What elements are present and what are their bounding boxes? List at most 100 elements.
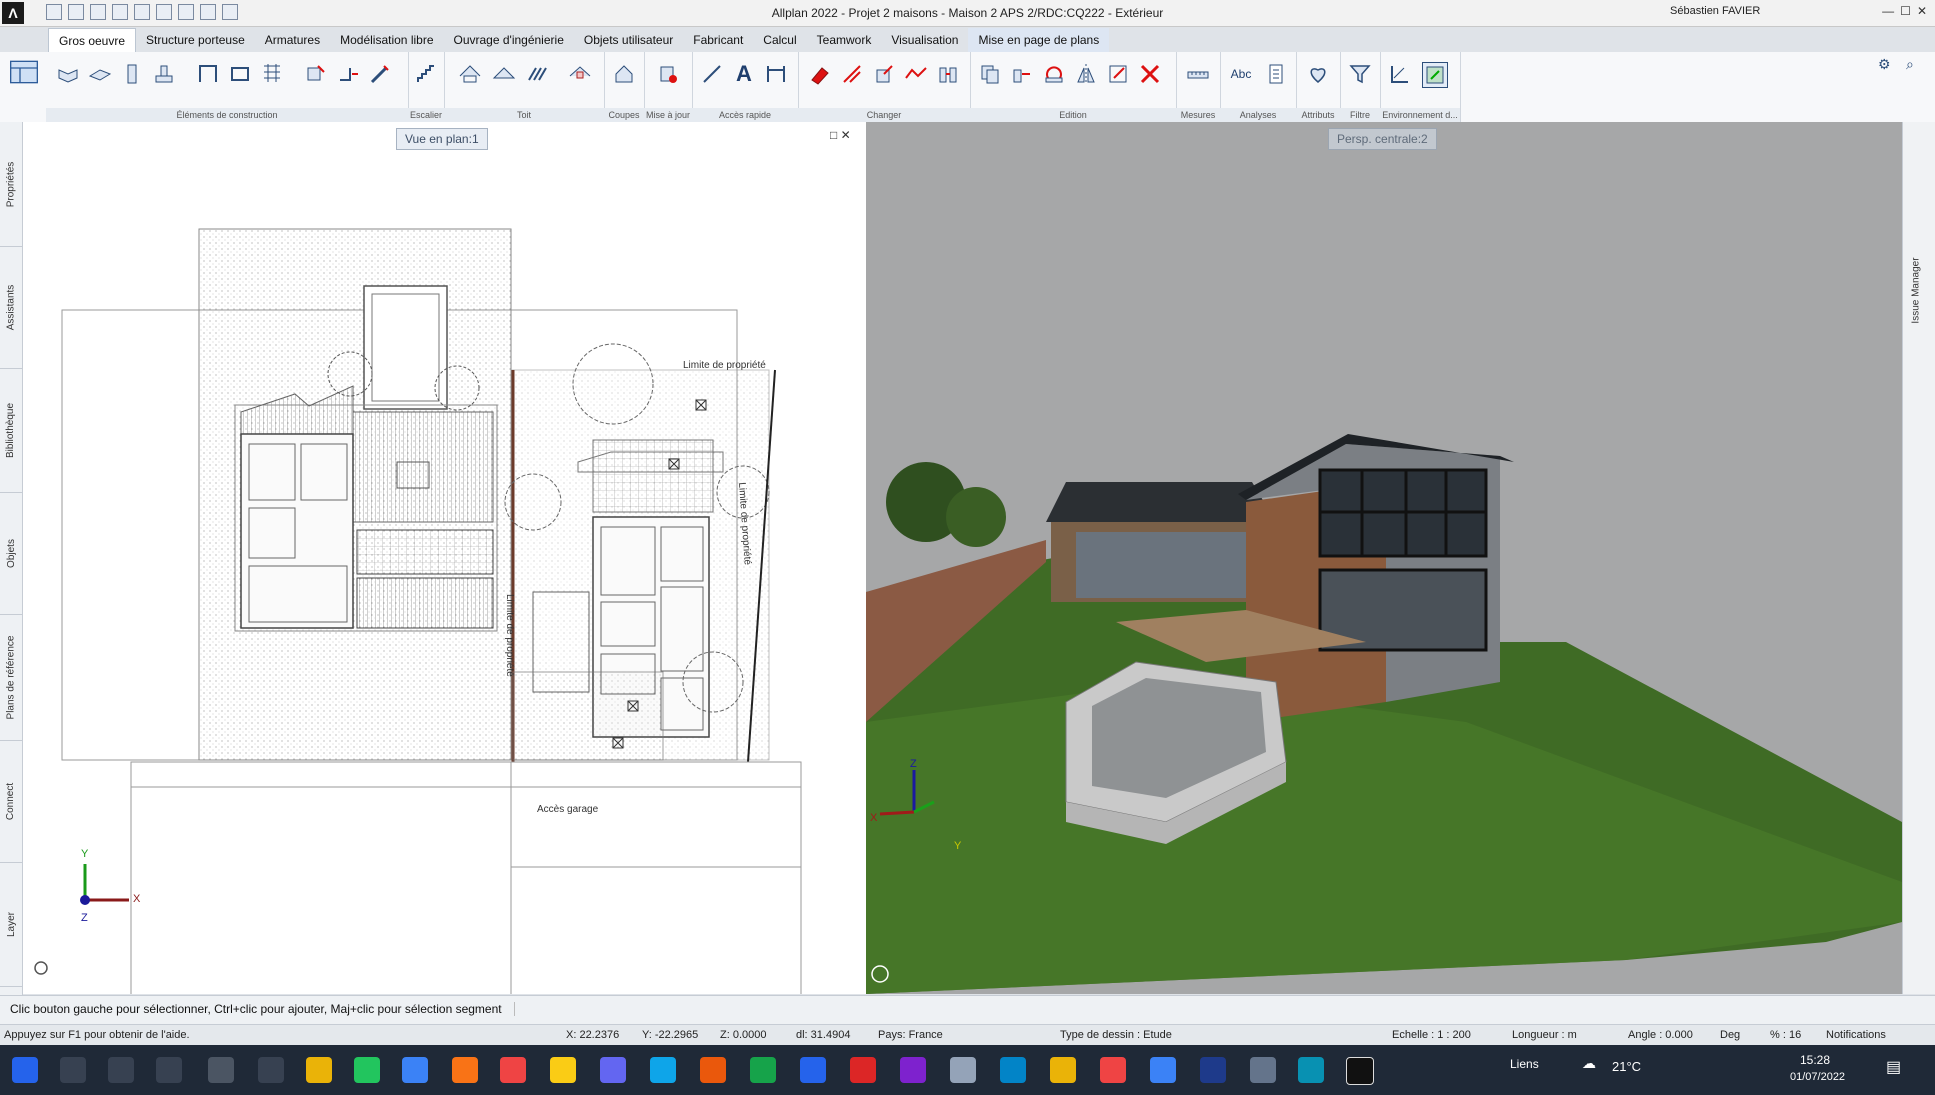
report-icon[interactable] <box>1264 62 1288 86</box>
section-icon[interactable] <box>612 62 636 86</box>
edge-icon[interactable] <box>1000 1057 1026 1083</box>
percent[interactable]: % : 16 <box>1770 1029 1801 1041</box>
app-s-yellow-icon[interactable] <box>1050 1057 1076 1083</box>
opening-icon[interactable] <box>196 62 220 86</box>
abc-spellcheck-icon[interactable]: Abc <box>1224 62 1258 86</box>
app-s-blue-icon[interactable] <box>1150 1057 1176 1083</box>
tab-ouvrage-ingenierie[interactable]: Ouvrage d'ingénierie <box>444 28 574 52</box>
view-navigation-icon[interactable] <box>1422 62 1448 88</box>
side-tab-layer[interactable]: Layer <box>0 862 22 987</box>
settings-gear-icon[interactable]: ⚙ <box>1878 56 1891 73</box>
wall-icon[interactable] <box>56 62 80 86</box>
window-opening-icon[interactable] <box>228 62 252 86</box>
excel-icon[interactable] <box>750 1057 776 1083</box>
angle-unit[interactable]: Deg <box>1720 1029 1740 1041</box>
plan-view-window-controls[interactable]: □ ✕ <box>830 128 851 142</box>
perspective-3d-viewport[interactable]: Z X Y <box>866 122 1902 994</box>
eraser-icon[interactable] <box>808 62 832 86</box>
workspace-icon[interactable] <box>8 56 40 88</box>
grid-icon[interactable] <box>260 62 284 86</box>
user-name[interactable]: Sébastien FAVIER <box>1670 5 1760 17</box>
tab-fabricant[interactable]: Fabricant <box>683 28 753 52</box>
temperature[interactable]: 21°C <box>1612 1059 1641 1074</box>
rotate-icon[interactable] <box>1042 62 1066 86</box>
teams-icon[interactable] <box>600 1057 626 1083</box>
tab-armatures[interactable]: Armatures <box>255 28 330 52</box>
outlook-icon[interactable] <box>650 1057 676 1083</box>
slab-icon[interactable] <box>88 62 112 86</box>
search-taskbar-icon[interactable] <box>60 1057 86 1083</box>
explorer-icon[interactable] <box>550 1057 576 1083</box>
plan-view-label[interactable]: Vue en plan:1 <box>396 128 488 150</box>
calculator-icon[interactable] <box>1250 1057 1276 1083</box>
mirror-icon[interactable] <box>1074 62 1098 86</box>
join-icon[interactable] <box>336 62 360 86</box>
app-photos-icon[interactable] <box>402 1057 428 1083</box>
onenote-icon[interactable] <box>900 1057 926 1083</box>
length-unit[interactable]: Longueur : m <box>1512 1029 1577 1041</box>
angle[interactable]: Angle : 0.000 <box>1628 1029 1693 1041</box>
scale[interactable]: Echelle : 1 : 200 <box>1392 1029 1471 1041</box>
move-points-icon[interactable] <box>872 62 896 86</box>
app-3d-icon[interactable] <box>208 1057 234 1083</box>
tab-calcul[interactable]: Calcul <box>753 28 806 52</box>
attribute-heart-icon[interactable] <box>1306 62 1330 86</box>
column-icon[interactable] <box>120 62 144 86</box>
start-icon[interactable] <box>12 1057 38 1083</box>
clock-time[interactable]: 15:28 <box>1800 1053 1830 1067</box>
filter-icon[interactable] <box>1348 62 1372 86</box>
tab-teamwork[interactable]: Teamwork <box>807 28 882 52</box>
issue-manager-tab[interactable]: Issue Manager <box>1906 230 1926 350</box>
app-camera-icon[interactable] <box>258 1057 284 1083</box>
pencil-icon[interactable] <box>368 62 392 86</box>
dimension-icon[interactable] <box>764 62 788 86</box>
word-icon[interactable] <box>800 1057 826 1083</box>
modify-element-icon[interactable] <box>304 62 328 86</box>
roof-covering-icon[interactable] <box>526 62 550 86</box>
dormer-icon[interactable] <box>568 62 592 86</box>
chrome-icon[interactable] <box>500 1057 526 1083</box>
trim-icon[interactable] <box>840 62 864 86</box>
plan-view-viewport[interactable]: Limite de propriété Limite de propriété … <box>23 122 866 994</box>
measure-icon[interactable] <box>1186 62 1210 86</box>
cortana-icon[interactable] <box>108 1057 134 1083</box>
notifications[interactable]: Notifications <box>1826 1029 1886 1041</box>
app-s-red-icon[interactable] <box>1100 1057 1126 1083</box>
copy-icon[interactable] <box>978 62 1002 86</box>
tab-modelisation-libre[interactable]: Modélisation libre <box>330 28 443 52</box>
polyline-icon[interactable] <box>904 62 928 86</box>
network-app-icon[interactable] <box>1298 1057 1324 1083</box>
side-tab-objets[interactable]: Objets <box>0 492 22 615</box>
weather-cloud-icon[interactable]: ☁ <box>1582 1055 1596 1072</box>
coordinate-system-icon[interactable] <box>1388 62 1412 86</box>
maximize-button[interactable]: ☐ <box>1900 4 1911 18</box>
side-tab-proprietes[interactable]: Propriétés <box>0 122 22 247</box>
minimize-button[interactable]: — <box>1882 4 1894 18</box>
firefox-icon[interactable] <box>452 1057 478 1083</box>
tab-visualisation[interactable]: Visualisation <box>881 28 968 52</box>
line-icon[interactable] <box>700 62 724 86</box>
app-sketch-icon[interactable] <box>950 1057 976 1083</box>
allplan-taskbar-icon[interactable] <box>1346 1057 1374 1085</box>
roof-icon[interactable] <box>458 62 482 86</box>
text-icon[interactable]: A <box>732 61 756 86</box>
search-icon[interactable]: ⌕ <box>1906 56 1914 73</box>
task-view-icon[interactable] <box>156 1057 182 1083</box>
app-files-icon[interactable] <box>306 1057 332 1083</box>
powerpoint-icon[interactable] <box>700 1057 726 1083</box>
move-icon[interactable] <box>1010 62 1034 86</box>
tab-structure-porteuse[interactable]: Structure porteuse <box>136 28 255 52</box>
close-button[interactable]: ✕ <box>1917 4 1927 18</box>
update-icon[interactable] <box>656 62 680 86</box>
side-tab-bibliotheque[interactable]: Bibliothèque <box>0 368 22 493</box>
tab-mise-en-page[interactable]: Mise en page de plans <box>968 28 1110 52</box>
delete-icon[interactable] <box>1138 62 1162 86</box>
tab-gros-oeuvre[interactable]: Gros oeuvre <box>48 28 137 52</box>
scale-icon[interactable] <box>1106 62 1130 86</box>
spotify-icon[interactable] <box>354 1057 380 1083</box>
side-tab-connect[interactable]: Connect <box>0 740 22 863</box>
app-box-icon[interactable] <box>1200 1057 1226 1083</box>
foundation-icon[interactable] <box>152 62 176 86</box>
side-tab-plans-reference[interactable]: Plans de référence <box>0 614 22 741</box>
perspective-view-label[interactable]: Persp. centrale:2 <box>1328 128 1437 150</box>
